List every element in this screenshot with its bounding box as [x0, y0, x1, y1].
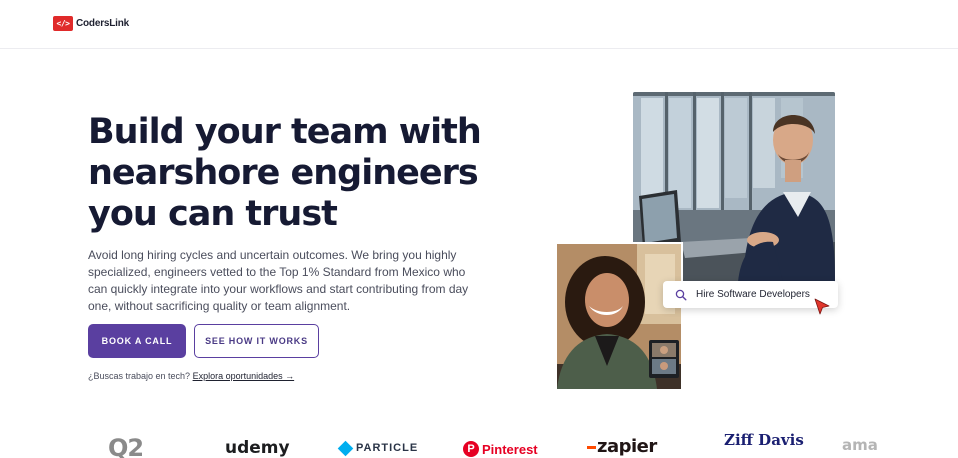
- client-logo-particle: PARTICLE: [337, 440, 419, 456]
- explore-opportunities-link[interactable]: Explora oportunidades →: [193, 371, 295, 381]
- brand-name: CodersLink: [76, 18, 130, 29]
- hire-developers-search-card[interactable]: Hire Software Developers: [663, 281, 838, 308]
- code-brackets-icon: </>: [53, 16, 73, 31]
- coderslink-logo[interactable]: </> CodersLink: [53, 16, 129, 31]
- client-logo-particle-text: PARTICLE: [356, 442, 419, 454]
- see-how-it-works-button[interactable]: SEE HOW IT WORKS: [194, 324, 319, 358]
- particle-diamond-icon: [337, 440, 354, 456]
- client-logo-zapier-text: zapier: [597, 436, 657, 457]
- search-icon: [675, 289, 687, 301]
- hero-title-line-2: nearshore engineers: [88, 153, 479, 193]
- book-a-call-button[interactable]: BOOK A CALL: [88, 324, 186, 358]
- client-logo-amazon: ama: [842, 436, 878, 454]
- pinterest-p-icon: P: [463, 441, 479, 457]
- top-nav-bar: </> CodersLink: [0, 0, 958, 49]
- hero-title: Build your team with nearshore engineers…: [88, 112, 488, 235]
- client-logo-zapier: zapier: [587, 436, 657, 457]
- client-logo-ziff-davis: Ziff Davis: [724, 432, 804, 449]
- client-logo-q2: Q2: [108, 434, 144, 458]
- client-logo-pinterest: P Pinterest: [463, 441, 538, 457]
- client-logos-row: Q2 udemy PARTICLE P Pinterest zapier Zif…: [0, 432, 958, 458]
- woman-scene-illustration: [557, 244, 681, 389]
- hero-photo-woman-at-laptop: [555, 242, 683, 391]
- client-logo-udemy: udemy: [225, 438, 290, 458]
- search-card-text: Hire Software Developers: [696, 289, 810, 300]
- hero-description: Avoid long hiring cycles and uncertain o…: [88, 248, 469, 313]
- job-prompt-text: ¿Buscas trabajo en tech?: [88, 371, 191, 381]
- job-prompt-line: ¿Buscas trabajo en tech? Explora oportun…: [88, 371, 294, 381]
- hero-title-line-3: you can trust: [88, 194, 338, 234]
- hero-title-line-1: Build your team with: [88, 112, 482, 152]
- zapier-dash-icon: [587, 445, 596, 449]
- mouse-cursor-icon: [814, 298, 830, 315]
- client-logo-pinterest-text: Pinterest: [482, 441, 538, 457]
